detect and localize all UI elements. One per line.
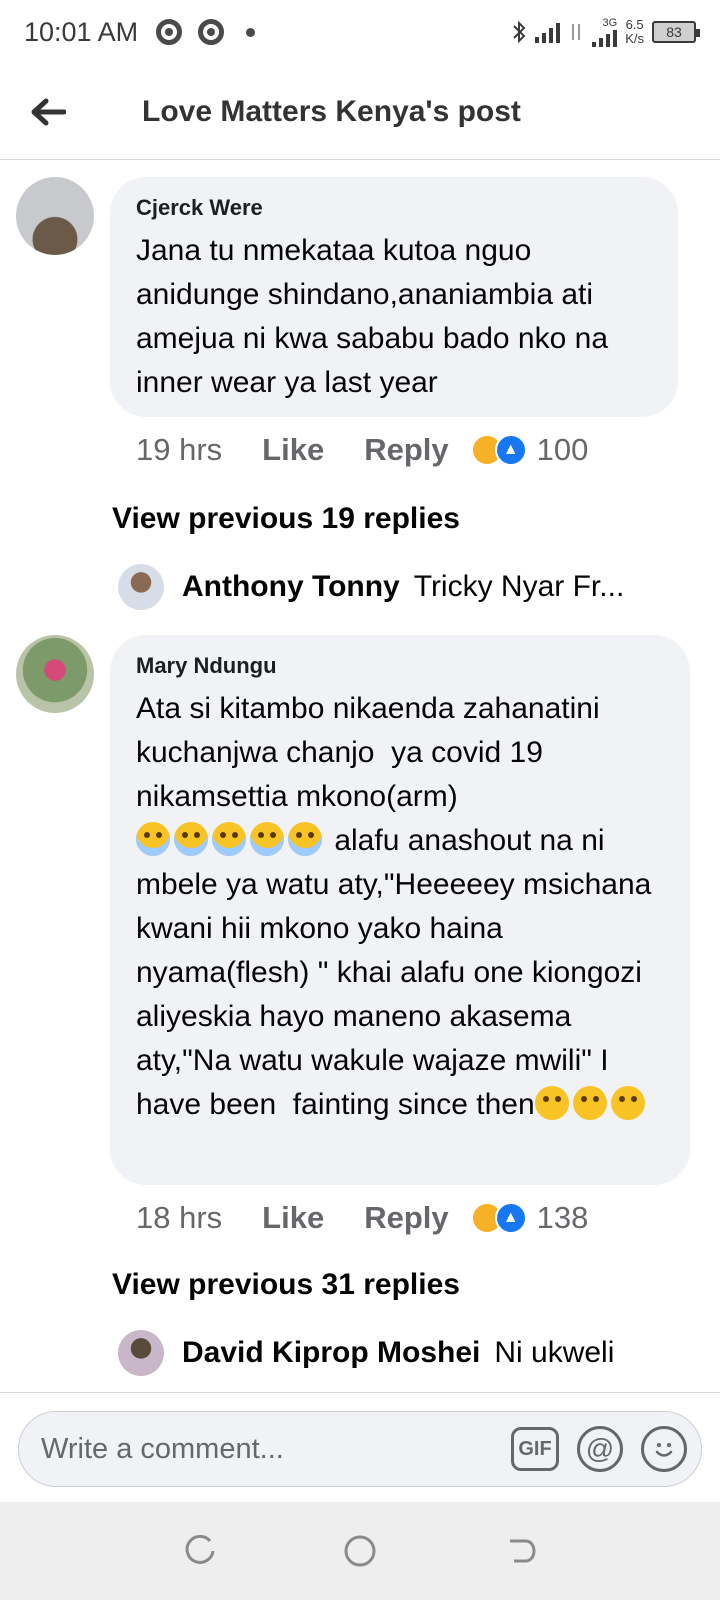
network-speed: 6.5 K/s xyxy=(625,17,644,46)
comment-author[interactable]: Cjerck Were xyxy=(136,195,652,221)
arrow-left-icon xyxy=(31,98,66,125)
home-circle-icon xyxy=(344,1535,376,1567)
comment-placeholder: Write a comment... xyxy=(41,1432,284,1465)
home-button[interactable] xyxy=(340,1531,380,1571)
reply-button[interactable]: Reply xyxy=(364,1200,448,1236)
chrome-notification-icon xyxy=(156,19,183,45)
view-previous-replies[interactable]: View previous 19 replies xyxy=(112,502,460,536)
data-transfer-icon xyxy=(572,24,581,40)
reactions[interactable]: ▲ xyxy=(470,1202,527,1234)
signal-icon-2 xyxy=(592,29,618,47)
comment-author[interactable]: Mary Ndungu xyxy=(136,653,664,679)
reply-author: David Kiprop Moshei xyxy=(182,1336,481,1369)
system-navigation-bar xyxy=(0,1502,720,1600)
post-header: Love Matters Kenya's post xyxy=(0,64,720,160)
reply-text: Tricky Nyar Fr... xyxy=(413,570,625,603)
reaction-count: 100 xyxy=(536,432,589,467)
avatar[interactable] xyxy=(16,177,94,255)
crying-emoji-icon xyxy=(174,822,208,856)
back-nav-button[interactable] xyxy=(500,1531,540,1571)
like-reaction-icon: ▲ xyxy=(494,1202,527,1234)
avatar xyxy=(118,564,164,610)
back-button[interactable] xyxy=(18,82,78,142)
status-bar: 10:01 AM 3G 6.5 K/s 83 xyxy=(0,0,720,64)
recents-button[interactable] xyxy=(180,1531,220,1571)
reply-button[interactable]: Reply xyxy=(364,432,448,468)
comment-bubble[interactable]: Cjerck Were Jana tu nmekataa kutoa nguo … xyxy=(110,177,678,417)
like-button[interactable]: Like xyxy=(262,1200,324,1236)
crying-emoji-icon xyxy=(136,822,170,856)
gif-button[interactable]: GIF xyxy=(511,1427,559,1471)
comment-composer: Write a comment... GIF @ xyxy=(0,1392,720,1487)
reply-text: Ni ukweli xyxy=(494,1336,615,1369)
comment-time[interactable]: 18 hrs xyxy=(136,1200,222,1236)
page-title: Love Matters Kenya's post xyxy=(142,94,521,128)
like-button[interactable]: Like xyxy=(262,432,324,468)
back-nav-icon xyxy=(510,1539,536,1563)
status-time: 10:01 AM xyxy=(24,16,139,47)
mention-button[interactable]: @ xyxy=(577,1426,623,1472)
chrome-notification-icon xyxy=(198,19,225,45)
comments-feed[interactable]: Cjerck Were Jana tu nmekataa kutoa nguo … xyxy=(0,160,720,1392)
reply-author: Anthony Tonny xyxy=(182,570,400,603)
like-reaction-icon: ▲ xyxy=(494,434,527,466)
avatar[interactable] xyxy=(16,635,94,713)
signal-icon xyxy=(535,21,561,43)
avatar xyxy=(118,1330,164,1376)
reply-preview[interactable]: Anthony Tonny Tricky Nyar Fr... xyxy=(118,564,678,610)
comment-text: Jana tu nmekataa kutoa nguo anidunge shi… xyxy=(136,234,617,399)
crying-emoji-icon xyxy=(288,822,322,856)
reactions[interactable]: ▲ xyxy=(470,434,527,466)
comment-input[interactable]: Write a comment... GIF @ xyxy=(18,1411,702,1487)
laughing-emoji-icon xyxy=(610,1086,645,1120)
laughing-emoji-icon xyxy=(572,1086,607,1120)
crying-emoji-icon xyxy=(212,822,246,856)
comment-actions: 19 hrs Like Reply ▲ 100 xyxy=(136,432,588,468)
comment-text: Ata si kitambo nikaenda zahanatini kucha… xyxy=(136,692,660,1121)
comment-time[interactable]: 19 hrs xyxy=(136,432,222,468)
laughing-emoji-icon xyxy=(534,1086,569,1120)
recents-icon xyxy=(185,1535,215,1564)
crying-emoji-icon xyxy=(250,822,284,856)
comment-bubble[interactable]: Mary Ndungu Ata si kitambo nikaenda zaha… xyxy=(110,635,690,1185)
reply-preview[interactable]: David Kiprop Moshei Ni ukweli xyxy=(118,1330,678,1376)
emoji-button[interactable] xyxy=(641,1426,687,1472)
bluetooth-icon xyxy=(513,20,526,44)
network-type: 3G xyxy=(602,16,618,29)
more-notifications-icon xyxy=(246,27,256,37)
battery-icon: 83 xyxy=(652,21,700,43)
comment-actions: 18 hrs Like Reply ▲ 138 xyxy=(136,1200,588,1236)
view-previous-replies[interactable]: View previous 31 replies xyxy=(112,1268,460,1302)
reaction-count: 138 xyxy=(536,1200,589,1235)
smiley-icon xyxy=(655,1443,673,1457)
